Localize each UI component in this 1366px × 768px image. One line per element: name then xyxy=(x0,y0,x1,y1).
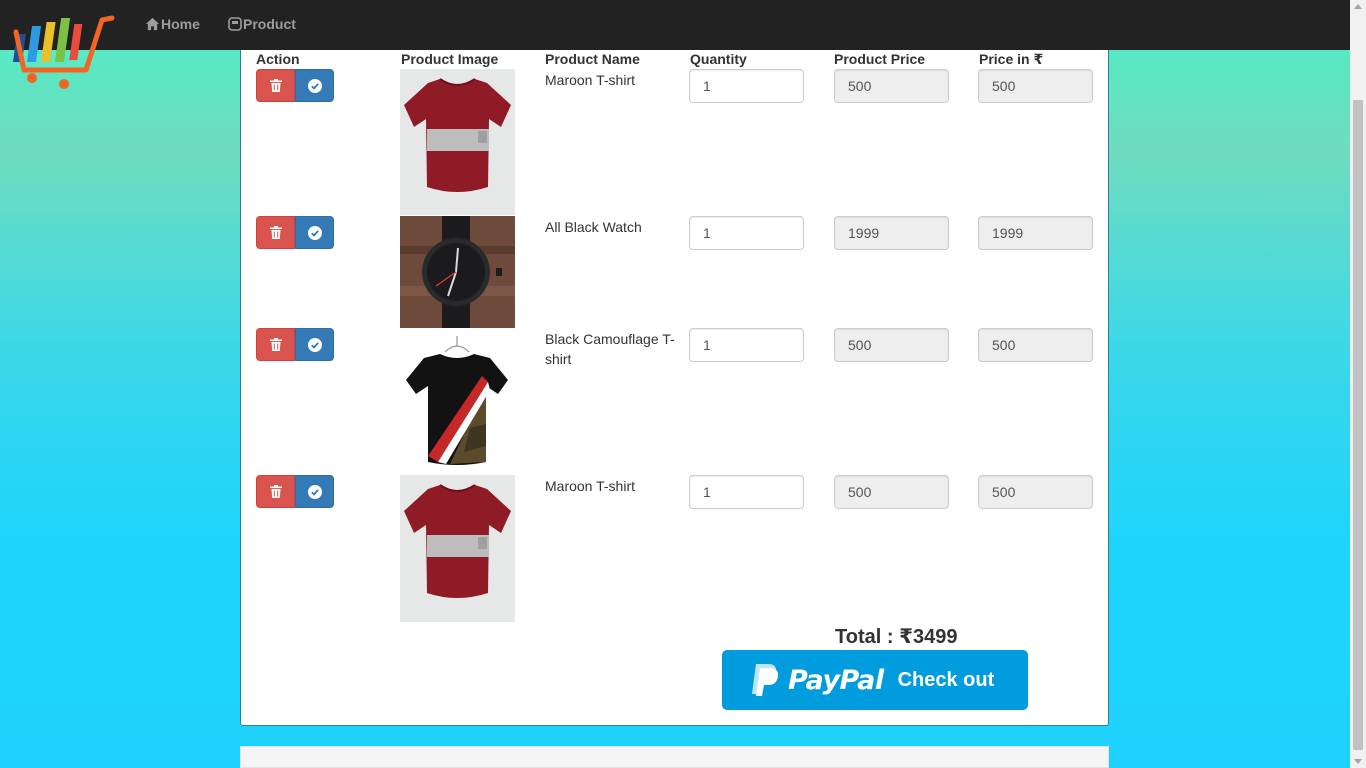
product-image xyxy=(400,216,515,328)
price-inr-field xyxy=(978,216,1093,250)
row-action-group xyxy=(256,475,334,508)
product-name: All Black Watch xyxy=(545,219,642,235)
product-price-field xyxy=(834,69,949,103)
home-icon xyxy=(145,17,160,31)
black-watch-image xyxy=(400,216,515,328)
header-product-name: Product Name xyxy=(545,51,640,67)
paypal-brand-text: PayPal xyxy=(788,664,884,696)
product-image xyxy=(400,328,515,475)
quantity-input[interactable] xyxy=(689,69,804,103)
confirm-button[interactable] xyxy=(295,475,334,508)
scroll-thumb[interactable] xyxy=(1353,100,1363,750)
black-camouflage-tshirt-image xyxy=(400,328,515,475)
nav-home-link[interactable]: Home xyxy=(145,16,200,32)
check-circle-icon xyxy=(307,78,322,93)
row-action-group xyxy=(256,216,334,249)
product-image xyxy=(400,475,515,622)
product-name: Maroon T-shirt xyxy=(545,478,635,494)
product-icon xyxy=(228,17,242,31)
product-image xyxy=(400,69,515,215)
trash-icon xyxy=(269,79,282,92)
header-action: Action xyxy=(256,51,300,67)
delete-button[interactable] xyxy=(256,475,295,508)
confirm-button[interactable] xyxy=(295,216,334,249)
cart-total: Total : ₹3499 xyxy=(835,626,958,648)
paypal-p-icon xyxy=(752,664,779,696)
delete-button[interactable] xyxy=(256,216,295,249)
price-inr-field xyxy=(978,475,1093,509)
delete-button[interactable] xyxy=(256,328,295,361)
trash-icon xyxy=(269,338,282,351)
scroll-up-arrow[interactable] xyxy=(1354,4,1362,9)
confirm-button[interactable] xyxy=(295,328,334,361)
trash-icon xyxy=(269,485,282,498)
row-action-group xyxy=(256,328,334,361)
footer xyxy=(240,746,1109,768)
check-circle-icon xyxy=(307,225,322,240)
header-product-price: Product Price xyxy=(834,51,926,67)
cart-panel xyxy=(240,40,1109,726)
nav-product-link[interactable]: Product xyxy=(228,16,296,32)
delete-button[interactable] xyxy=(256,69,295,102)
header-quantity: Quantity xyxy=(690,51,747,67)
price-inr-field xyxy=(978,328,1093,362)
maroon-tshirt-image xyxy=(400,475,515,622)
quantity-input[interactable] xyxy=(689,216,804,250)
paypal-checkout-button[interactable]: PayPal Check out xyxy=(722,650,1028,710)
header-price-inr: Price in ₹ xyxy=(979,51,1044,67)
product-price-field xyxy=(834,216,949,250)
check-circle-icon xyxy=(307,337,322,352)
product-price-field xyxy=(834,328,949,362)
cart-logo[interactable] xyxy=(12,12,118,92)
page-scrollbar[interactable] xyxy=(1350,0,1366,768)
price-inr-field xyxy=(978,69,1093,103)
quantity-input[interactable] xyxy=(689,475,804,509)
scroll-down-arrow[interactable] xyxy=(1354,759,1362,764)
paypal-checkout-label: Check out xyxy=(897,668,995,691)
confirm-button[interactable] xyxy=(295,69,334,102)
row-action-group xyxy=(256,69,334,102)
maroon-tshirt-image xyxy=(400,69,515,215)
header-product-image: Product Image xyxy=(401,51,499,67)
nav-product-label: Product xyxy=(243,16,296,32)
quantity-input[interactable] xyxy=(689,328,804,362)
product-name: Black Camouflage T-shirt xyxy=(545,331,675,367)
nav-home-label: Home xyxy=(161,16,200,32)
check-circle-icon xyxy=(307,484,322,499)
trash-icon xyxy=(269,226,282,239)
navbar: Home Product xyxy=(0,0,1350,50)
product-price-field xyxy=(834,475,949,509)
product-name: Maroon T-shirt xyxy=(545,72,635,88)
